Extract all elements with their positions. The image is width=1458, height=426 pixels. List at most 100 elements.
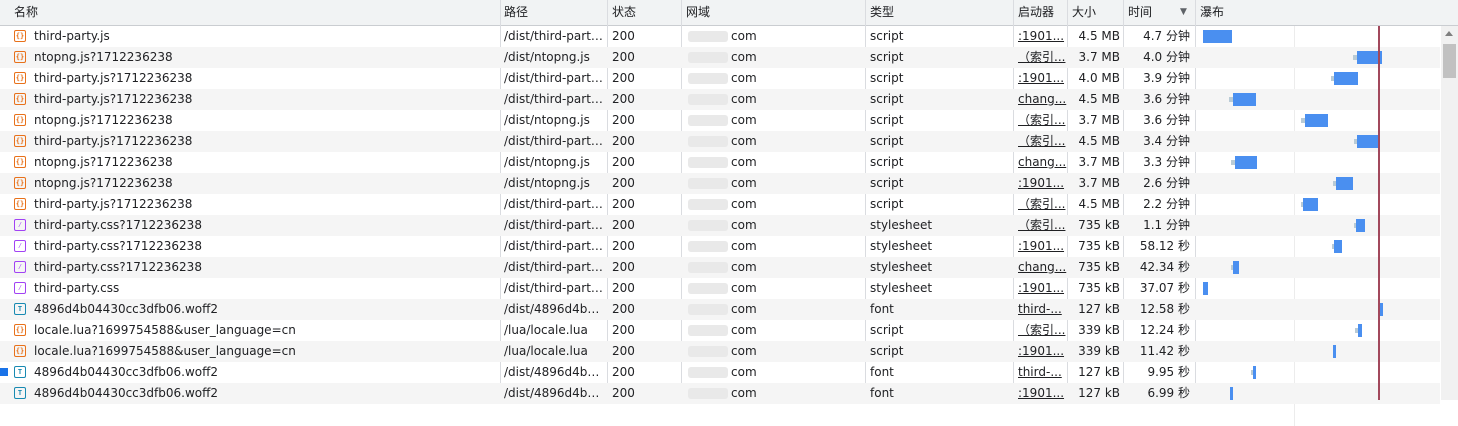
waterfall-download-bar[interactable]: [1253, 366, 1256, 379]
request-name[interactable]: third-party.css?1712236238: [30, 236, 500, 257]
script-file-icon: {}: [14, 51, 26, 63]
request-time: 2.2 分钟: [1143, 197, 1190, 211]
table-row[interactable]: {} ntopng.js?1712236238/dist/ntopng.js 200…: [0, 110, 1440, 131]
request-initiator-link[interactable]: third-...: [1014, 299, 1068, 320]
request-path: /dist/third-party.css: [504, 281, 606, 295]
request-path: /dist/ntopng.js: [504, 50, 590, 64]
table-row[interactable]: ⁄ third-party.css/dist/third-party.css 200…: [0, 278, 1440, 299]
table-row[interactable]: ⁄ third-party.css?1712236238/dist/third-p…: [0, 257, 1440, 278]
request-initiator-link[interactable]: :1901...: [1014, 341, 1068, 362]
request-name[interactable]: ntopng.js?1712236238: [30, 173, 500, 194]
request-initiator-link[interactable]: :1901...: [1014, 383, 1068, 404]
table-row[interactable]: {} ntopng.js?1712236238/dist/ntopng.js 200…: [0, 152, 1440, 173]
request-type: script: [870, 197, 904, 211]
request-path: /dist/third-party.js: [504, 29, 606, 43]
waterfall-download-bar[interactable]: [1357, 135, 1378, 148]
request-name[interactable]: third-party.css: [30, 278, 500, 299]
request-name[interactable]: locale.lua?1699754588&user_language=cn: [30, 320, 500, 341]
panel-edge-marker: [0, 368, 8, 376]
request-initiator-link[interactable]: （索引...: [1014, 215, 1068, 236]
column-header-domain[interactable]: 网域: [682, 0, 866, 25]
column-header-size[interactable]: 大小: [1068, 0, 1124, 25]
request-name[interactable]: ntopng.js?1712236238: [30, 152, 500, 173]
request-initiator-link[interactable]: （索引...: [1014, 194, 1068, 215]
request-initiator-link[interactable]: :1901...: [1014, 236, 1068, 257]
request-name[interactable]: third-party.js?1712236238: [30, 89, 500, 110]
redacted-domain-mask: [688, 346, 728, 357]
request-initiator-link[interactable]: （索引...: [1014, 320, 1068, 341]
request-name[interactable]: third-party.js?1712236238: [30, 194, 500, 215]
table-row[interactable]: T 4896d4b04430cc3dfb06.woff2/dist/4896d4b…: [0, 299, 1440, 320]
request-name[interactable]: third-party.js: [30, 26, 500, 47]
table-row[interactable]: {} third-party.js?1712236238/dist/third-p…: [0, 68, 1440, 89]
table-row[interactable]: {} locale.lua?1699754588&user_language=cn…: [0, 320, 1440, 341]
request-name[interactable]: third-party.js?1712236238: [30, 131, 500, 152]
request-initiator-link[interactable]: （索引...: [1014, 110, 1068, 131]
table-row[interactable]: {} ntopng.js?1712236238/dist/ntopng.js 200…: [0, 47, 1440, 68]
waterfall-download-bar[interactable]: [1358, 324, 1362, 337]
request-name[interactable]: 4896d4b04430cc3dfb06.woff2: [30, 299, 500, 320]
request-path: /dist/third-party.js: [504, 71, 606, 85]
table-row[interactable]: {} third-party.js?1712236238/dist/third-p…: [0, 194, 1440, 215]
request-size: 3.7 MB: [1078, 155, 1120, 169]
request-initiator-link[interactable]: :1901...: [1014, 278, 1068, 299]
vertical-scrollbar[interactable]: [1441, 26, 1458, 400]
column-header-status[interactable]: 状态: [608, 0, 682, 25]
redacted-domain-mask: [688, 220, 728, 231]
table-row[interactable]: {} third-party.js/dist/third-party.js 200 c…: [0, 26, 1440, 47]
request-name[interactable]: locale.lua?1699754588&user_language=cn: [30, 341, 500, 362]
request-name[interactable]: 4896d4b04430cc3dfb06.woff2: [30, 362, 500, 383]
column-header-initiator[interactable]: 启动器: [1014, 0, 1068, 25]
request-status: 200: [612, 134, 635, 148]
waterfall-download-bar[interactable]: [1356, 219, 1365, 232]
request-type: script: [870, 134, 904, 148]
table-row[interactable]: {} third-party.js?1712236238/dist/third-p…: [0, 89, 1440, 110]
waterfall-download-bar[interactable]: [1203, 282, 1208, 295]
request-size: 735 kB: [1078, 260, 1120, 274]
waterfall-download-bar[interactable]: [1203, 30, 1232, 43]
scrollbar-thumb[interactable]: [1443, 44, 1456, 78]
column-header-name[interactable]: 名称: [10, 0, 500, 25]
table-row[interactable]: ⁄ third-party.css?1712236238/dist/third-p…: [0, 215, 1440, 236]
table-row[interactable]: {} third-party.js?1712236238/dist/third-p…: [0, 131, 1440, 152]
waterfall-download-bar[interactable]: [1334, 240, 1342, 253]
request-initiator-link[interactable]: chang...: [1014, 257, 1068, 278]
request-name[interactable]: ntopng.js?1712236238: [30, 110, 500, 131]
request-initiator-link[interactable]: :1901...: [1014, 68, 1068, 89]
table-row[interactable]: {} ntopng.js?1712236238/dist/ntopng.js 200…: [0, 173, 1440, 194]
request-initiator-link[interactable]: third-...: [1014, 362, 1068, 383]
redacted-domain-mask: [688, 199, 728, 210]
table-row[interactable]: T 4896d4b04430cc3dfb06.woff2/dist/4896d4b…: [0, 383, 1440, 404]
waterfall-download-bar[interactable]: [1303, 198, 1318, 211]
column-header-waterfall[interactable]: 瀑布: [1196, 0, 1441, 25]
request-status: 200: [612, 260, 635, 274]
waterfall-download-bar[interactable]: [1333, 345, 1336, 358]
waterfall-download-bar[interactable]: [1233, 261, 1239, 274]
waterfall-download-bar[interactable]: [1336, 177, 1353, 190]
column-header-type[interactable]: 类型: [866, 0, 1014, 25]
table-row[interactable]: {} locale.lua?1699754588&user_language=cn…: [0, 341, 1440, 362]
request-initiator-link[interactable]: chang...: [1014, 89, 1068, 110]
request-initiator-link[interactable]: （索引...: [1014, 47, 1068, 68]
request-name[interactable]: third-party.css?1712236238: [30, 215, 500, 236]
request-name[interactable]: 4896d4b04430cc3dfb06.woff2: [30, 383, 500, 404]
request-initiator-link[interactable]: :1901...: [1014, 26, 1068, 47]
request-size: 4.5 MB: [1078, 134, 1120, 148]
waterfall-download-bar[interactable]: [1230, 387, 1233, 400]
table-row[interactable]: T 4896d4b04430cc3dfb06.woff2/dist/4896d4b…: [0, 362, 1440, 383]
waterfall-download-bar[interactable]: [1235, 156, 1257, 169]
request-name[interactable]: ntopng.js?1712236238: [30, 47, 500, 68]
waterfall-download-bar[interactable]: [1305, 114, 1328, 127]
request-name[interactable]: third-party.js?1712236238: [30, 68, 500, 89]
scroll-up-arrow-icon[interactable]: [1445, 31, 1453, 36]
request-initiator-link[interactable]: :1901...: [1014, 173, 1068, 194]
request-initiator-link[interactable]: （索引...: [1014, 131, 1068, 152]
sort-descending-icon[interactable]: ▼: [1180, 0, 1187, 25]
waterfall-download-bar[interactable]: [1334, 72, 1358, 85]
request-initiator-link[interactable]: chang...: [1014, 152, 1068, 173]
waterfall-download-bar[interactable]: [1233, 93, 1256, 106]
column-header-time[interactable]: 时间: [1124, 0, 1176, 25]
request-name[interactable]: third-party.css?1712236238: [30, 257, 500, 278]
table-row[interactable]: ⁄ third-party.css?1712236238/dist/third-p…: [0, 236, 1440, 257]
column-header-path[interactable]: 路径: [500, 0, 608, 25]
